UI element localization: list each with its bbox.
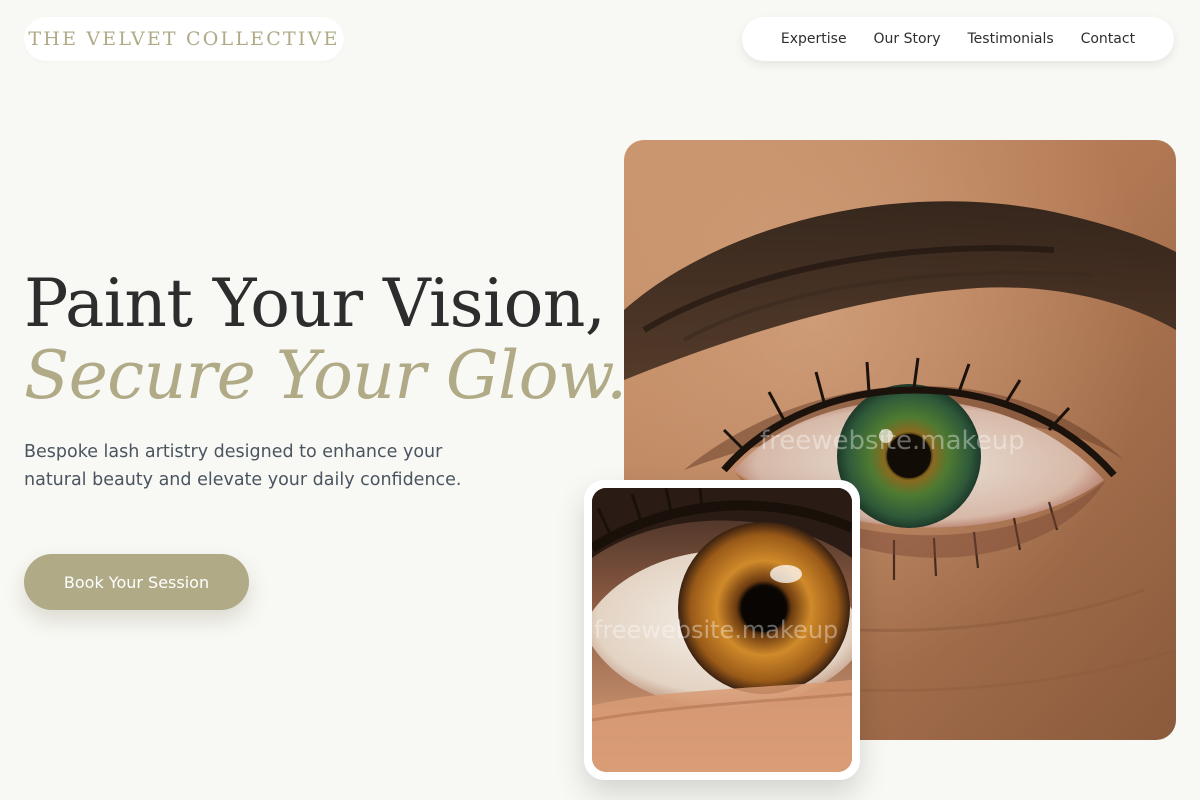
landing-page: THE VELVET COLLECTIVE Expertise Our Stor… <box>0 0 1200 800</box>
hero-title-line2: Secure Your Glow. <box>24 337 627 414</box>
nav-link-contact[interactable]: Contact <box>1081 31 1135 47</box>
hero-description: Bespoke lash artistry designed to enhanc… <box>24 442 462 490</box>
logo[interactable]: THE VELVET COLLECTIVE <box>24 17 344 61</box>
inset-image-card: freewebsite.makeup <box>584 480 860 780</box>
nav-link-testimonials[interactable]: Testimonials <box>968 31 1054 47</box>
nav-link-our-story[interactable]: Our Story <box>874 31 941 47</box>
hero-title: Paint Your Vision, Secure Your Glow. <box>24 268 627 412</box>
inset-eye-image: freewebsite.makeup <box>592 488 852 772</box>
nav-link-expertise[interactable]: Expertise <box>781 31 847 47</box>
hero-title-line1: Paint Your Vision, <box>24 265 606 342</box>
main-nav: Expertise Our Story Testimonials Contact <box>742 17 1174 61</box>
brand-name: THE VELVET COLLECTIVE <box>28 28 340 50</box>
amber-eye-photo <box>592 488 852 772</box>
book-session-button[interactable]: Book Your Session <box>24 554 249 610</box>
